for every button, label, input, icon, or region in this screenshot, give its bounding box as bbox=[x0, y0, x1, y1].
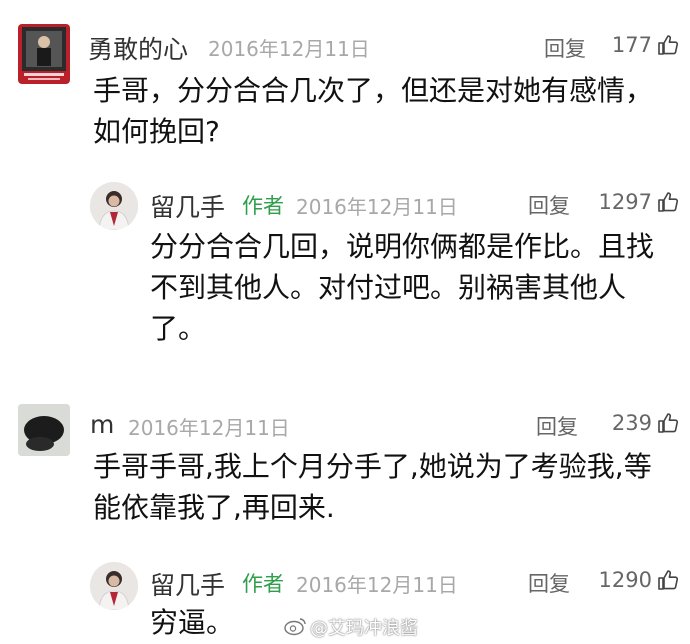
author-badge: 作者 bbox=[242, 572, 284, 596]
comment-date: 2016年12月11日 bbox=[296, 573, 458, 597]
comment-item: m 2016年12月11日 回复 239 手哥手哥,我上个月分手了,她说为了考验… bbox=[0, 390, 690, 540]
reply-button[interactable]: 回复 bbox=[528, 568, 570, 598]
reply-button[interactable]: 回复 bbox=[544, 33, 586, 63]
avatar[interactable] bbox=[90, 562, 138, 610]
commenter-name[interactable]: 留几手 bbox=[150, 188, 225, 224]
weibo-logo-icon bbox=[284, 618, 306, 636]
commenter-name[interactable]: 留几手 bbox=[150, 566, 225, 602]
commenter-name[interactable]: 勇敢的心 bbox=[88, 30, 188, 66]
avatar[interactable] bbox=[18, 404, 70, 456]
reply-button[interactable]: 回复 bbox=[528, 190, 570, 220]
comment-date: 2016年12月11日 bbox=[208, 37, 370, 61]
comment-item: 勇敢的心 2016年12月11日 回复 177 手哥，分分合合几次了，但还是对她… bbox=[0, 0, 690, 160]
comment-date: 2016年12月11日 bbox=[128, 416, 290, 440]
avatar-image bbox=[90, 182, 138, 230]
like-count: 1297 bbox=[598, 190, 652, 214]
thumbs-up-icon[interactable] bbox=[656, 190, 680, 214]
avatar[interactable] bbox=[18, 24, 70, 84]
thumbs-up-icon[interactable] bbox=[656, 411, 680, 435]
reply-button[interactable]: 回复 bbox=[536, 411, 578, 441]
comment-text: 分分合合几回，说明你俩都是作比。且找 不到其他人。对付过吧。别祸害其他人 了。 bbox=[150, 230, 655, 345]
like-count: 239 bbox=[611, 411, 652, 435]
comment-text: 手哥手哥,我上个月分手了,她说为了考验我,等 能依靠我了,再回来. bbox=[93, 450, 652, 524]
comment-item: 留几手 作者 2016年12月11日 回复 1297 分分合合几回，说明你俩都是… bbox=[0, 160, 690, 370]
thumbs-up-icon[interactable] bbox=[656, 33, 680, 57]
avatar-image bbox=[90, 562, 138, 610]
like-count: 177 bbox=[611, 33, 652, 57]
avatar-image bbox=[18, 404, 70, 456]
avatar-image bbox=[22, 27, 66, 80]
commenter-name[interactable]: m bbox=[90, 410, 114, 439]
avatar[interactable] bbox=[90, 182, 138, 230]
comment-date: 2016年12月11日 bbox=[296, 195, 458, 219]
comment-text: 手哥，分分合合几次了，但还是对她有感情， 如何挽回? bbox=[93, 74, 654, 148]
author-badge: 作者 bbox=[242, 194, 284, 218]
like-count: 1290 bbox=[598, 568, 652, 592]
thumbs-up-icon[interactable] bbox=[656, 568, 680, 592]
watermark: @艾玛冲浪酱 bbox=[310, 618, 418, 639]
